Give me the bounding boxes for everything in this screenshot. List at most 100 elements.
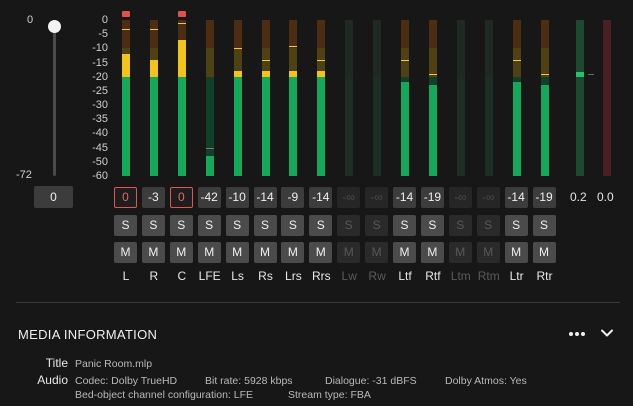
- meter-peak-hold: [261, 59, 270, 61]
- channel-label: L: [122, 269, 130, 283]
- solo-button-rw[interactable]: S: [365, 215, 389, 236]
- channel-label: Ltf: [398, 269, 412, 283]
- audio-dialogue: Dialogue: -31 dBFS: [325, 375, 417, 387]
- mute-button-l[interactable]: M: [114, 242, 137, 263]
- meter-peak-hold: [317, 59, 326, 61]
- mute-button-rtr[interactable]: M: [532, 242, 556, 263]
- solo-button-rtf[interactable]: S: [420, 215, 444, 236]
- meter-peak-hold: [289, 45, 298, 47]
- title-key: Title: [45, 356, 68, 370]
- mute-button-lw[interactable]: M: [337, 242, 361, 263]
- meter-zone-mid: [540, 48, 549, 77]
- meter-level-green: [317, 76, 326, 176]
- peak-value: -∞: [337, 187, 361, 208]
- solo-button-ls[interactable]: S: [225, 215, 249, 236]
- meter-level-green: [261, 76, 270, 176]
- peak-value: -∞: [365, 187, 389, 208]
- peak-value: -10: [225, 187, 249, 208]
- mute-button-ls[interactable]: M: [225, 242, 249, 263]
- channel-label: Rtf: [425, 269, 441, 283]
- mute-button-ltf[interactable]: M: [393, 242, 416, 263]
- audio-bitrate: Bit rate: 5928 kbps: [205, 375, 293, 387]
- meter-zone-mid: [345, 48, 354, 77]
- divider: [16, 302, 620, 303]
- solo-button-ltm[interactable]: S: [448, 215, 472, 236]
- mute-button-ltr[interactable]: M: [504, 242, 528, 263]
- meter-zone-mid: [373, 48, 382, 77]
- meter-zone-top: [261, 20, 270, 49]
- peak-value: -14: [504, 187, 528, 208]
- meter-zone-mid: [428, 48, 437, 77]
- channel-label: Ls: [231, 269, 244, 283]
- channel-label: Lw: [341, 269, 357, 283]
- extra-meter-bg: [576, 20, 584, 176]
- solo-button-rtr[interactable]: S: [532, 215, 556, 236]
- meter-peak-hold: [512, 59, 521, 61]
- mute-button-rtf[interactable]: M: [420, 242, 444, 263]
- solo-button-lfe[interactable]: S: [197, 215, 221, 236]
- meter-zone-mid: [401, 48, 409, 77]
- meter-zone-top: [428, 20, 437, 49]
- mute-button-r[interactable]: M: [141, 242, 165, 263]
- mute-button-rw[interactable]: M: [365, 242, 389, 263]
- peak-value: -14: [253, 187, 277, 208]
- solo-button-r[interactable]: S: [141, 215, 165, 236]
- meter-peak-hold: [233, 48, 242, 50]
- extra-meter-value: 0.0: [597, 190, 614, 204]
- meter-level-yellow: [317, 71, 326, 77]
- peak-value: -∞: [476, 187, 500, 208]
- title-value: Panic Room.mlp: [75, 358, 153, 370]
- channel-meters: 0 S M L -3 S M R 0 S M C -42 S M LFE -10 S M Ls -14 S M Rs -9 S M L…: [0, 0, 633, 300]
- mute-button-rtm[interactable]: M: [476, 242, 500, 263]
- solo-button-lrs[interactable]: S: [281, 215, 305, 236]
- channel-label: Ltm: [450, 269, 471, 283]
- solo-button-rs[interactable]: S: [253, 215, 277, 236]
- meter-zone-mid: [456, 48, 465, 77]
- extra-meter-bg: [603, 20, 611, 176]
- more-options-icon[interactable]: [567, 327, 587, 341]
- meter-zone-top: [456, 20, 465, 49]
- solo-button-rtm[interactable]: S: [476, 215, 500, 236]
- solo-button-lw[interactable]: S: [337, 215, 361, 236]
- solo-button-rrs[interactable]: S: [309, 215, 333, 236]
- solo-button-ltf[interactable]: S: [393, 215, 416, 236]
- peak-value: -∞: [448, 187, 472, 208]
- meter-level-yellow: [289, 71, 298, 77]
- peak-value: 0: [114, 187, 137, 208]
- meter-peak-hold: [205, 147, 214, 149]
- channel-label: Rtm: [477, 269, 500, 283]
- solo-button-c[interactable]: S: [169, 215, 193, 236]
- meter-peak-hold: [177, 22, 186, 24]
- mute-button-c[interactable]: M: [169, 242, 193, 263]
- meter-zone-top: [233, 20, 242, 49]
- meter-zone-top: [205, 20, 214, 49]
- mute-button-ltm[interactable]: M: [448, 242, 472, 263]
- meter-peak-hold: [122, 28, 130, 30]
- meter-zone-top: [512, 20, 521, 49]
- mute-button-lrs[interactable]: M: [281, 242, 305, 263]
- chevron-down-icon[interactable]: [600, 326, 614, 340]
- channel-label: Rtr: [536, 269, 553, 283]
- meter-zone-top: [484, 20, 493, 49]
- peak-value: -19: [420, 187, 444, 208]
- meter-zone-low: [345, 76, 354, 176]
- meter-zone-mid: [484, 48, 493, 77]
- peak-value: -42: [197, 187, 221, 208]
- meter-level-yellow: [177, 39, 186, 77]
- extra-meter-level: [576, 71, 584, 77]
- mute-button-lfe[interactable]: M: [197, 242, 221, 263]
- meter-level-yellow: [149, 59, 158, 77]
- channel-label: Lrs: [285, 269, 302, 283]
- audio-atmos: Dolby Atmos: Yes: [445, 375, 527, 387]
- solo-button-ltr[interactable]: S: [504, 215, 528, 236]
- meter-zone-low: [456, 76, 465, 176]
- peak-value: -3: [141, 187, 165, 208]
- mute-button-rrs[interactable]: M: [309, 242, 333, 263]
- meter-level-yellow: [261, 71, 270, 77]
- solo-button-l[interactable]: S: [114, 215, 137, 236]
- meter-level-green: [512, 82, 521, 176]
- meter-zone-top: [345, 20, 354, 49]
- meter-level-green: [205, 156, 214, 176]
- mute-button-rs[interactable]: M: [253, 242, 277, 263]
- channel-label: Rrs: [311, 269, 331, 283]
